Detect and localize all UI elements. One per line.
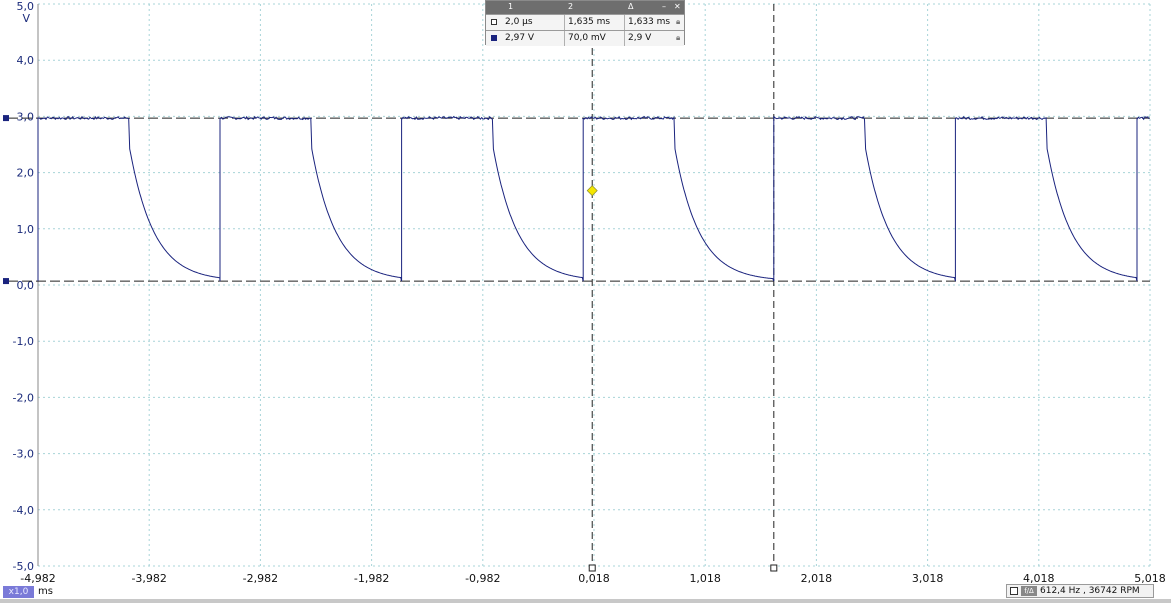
col-header-2: 2	[568, 2, 574, 11]
lock-icon[interactable]: 🔒︎	[676, 34, 682, 42]
voltage-cursor1-value: 2,97 V	[505, 33, 535, 43]
voltage-cursor2-value: 70,0 mV	[564, 31, 624, 46]
frequency-value: 612,4 Hz , 36742 RPM	[1040, 586, 1140, 596]
y-tick-label: -1,0	[13, 335, 34, 348]
bottom-border	[0, 599, 1171, 603]
col-header-delta: Δ	[628, 2, 634, 11]
measurement-cursors[interactable]	[8, 4, 1150, 568]
time-cursor1-value: 2,0 µs	[505, 17, 533, 27]
col-header-1: 1	[508, 2, 514, 11]
time-marker-2[interactable]	[770, 564, 778, 572]
x-axis-ticks: -4,982 -3,982 -2,982 -1,982 -0,982 0,018 1,018…	[20, 572, 1165, 585]
x-tick-label: 2,018	[801, 572, 833, 585]
y-tick-label: 1,0	[17, 223, 35, 236]
lock-icon[interactable]: 🔒︎	[676, 18, 682, 26]
close-button[interactable]: ✕	[674, 2, 681, 11]
cursor-markers[interactable]	[3, 115, 778, 572]
zoom-indicator[interactable]: x1,0	[3, 586, 34, 598]
frequency-readout[interactable]: f/Δ 612,4 Hz , 36742 RPM	[1006, 584, 1154, 598]
time-marker-1[interactable]	[588, 564, 596, 572]
measurement-panel[interactable]: 1 2 Δ – ✕ 2,0 µs 1,635 ms 1,633 ms 🔒︎ 2,…	[485, 0, 685, 46]
plot-grid	[38, 3, 1151, 567]
y-tick-label: 3,0	[17, 110, 35, 123]
channel-swatch-icon	[491, 35, 497, 41]
x-tick-label: -3,982	[131, 572, 166, 585]
waveform-trace	[37, 115, 1150, 282]
level-marker-2[interactable]	[3, 278, 9, 285]
y-tick-label: -3,0	[13, 448, 34, 461]
y-tick-label: 4,0	[17, 54, 35, 67]
y-axis-ticks: 5,04,03,02,01,00,0-1,0-2,0-3,0-4,0-5,0	[13, 0, 34, 573]
frequency-badge: f/Δ	[1021, 586, 1037, 596]
y-unit-label: V	[22, 12, 30, 25]
y-tick-label: -4,0	[13, 504, 34, 517]
time-cursor2-value: 1,635 ms	[564, 15, 624, 30]
voltage-delta-value: 2,9 V	[624, 31, 676, 46]
y-tick-label: -2,0	[13, 391, 34, 404]
x-tick-label: -1,982	[354, 572, 389, 585]
time-measurement-row: 2,0 µs 1,635 ms 1,633 ms 🔒︎	[486, 14, 684, 30]
time-swatch-icon	[491, 19, 497, 25]
frequency-checkbox[interactable]	[1010, 587, 1018, 595]
level-marker-1[interactable]	[3, 115, 9, 122]
x-tick-label: 0,018	[578, 572, 610, 585]
x-tick-label: 3,018	[912, 572, 944, 585]
x-unit-label: ms	[38, 586, 53, 597]
measurement-panel-header[interactable]: 1 2 Δ – ✕	[486, 1, 684, 14]
voltage-measurement-row: 2,97 V 70,0 mV 2,9 V 🔒︎	[486, 30, 684, 46]
time-delta-value: 1,633 ms	[624, 15, 676, 30]
oscilloscope-plot[interactable]: 5,04,03,02,01,00,0-1,0-2,0-3,0-4,0-5,0 -…	[0, 0, 1171, 603]
x-tick-label: -4,982	[20, 572, 55, 585]
y-tick-label: 2,0	[17, 167, 35, 180]
minimize-button[interactable]: –	[662, 2, 666, 11]
trigger-marker-icon[interactable]	[586, 185, 598, 197]
x-tick-label: 1,018	[689, 572, 721, 585]
x-tick-label: -2,982	[243, 572, 278, 585]
x-tick-label: -0,982	[465, 572, 500, 585]
